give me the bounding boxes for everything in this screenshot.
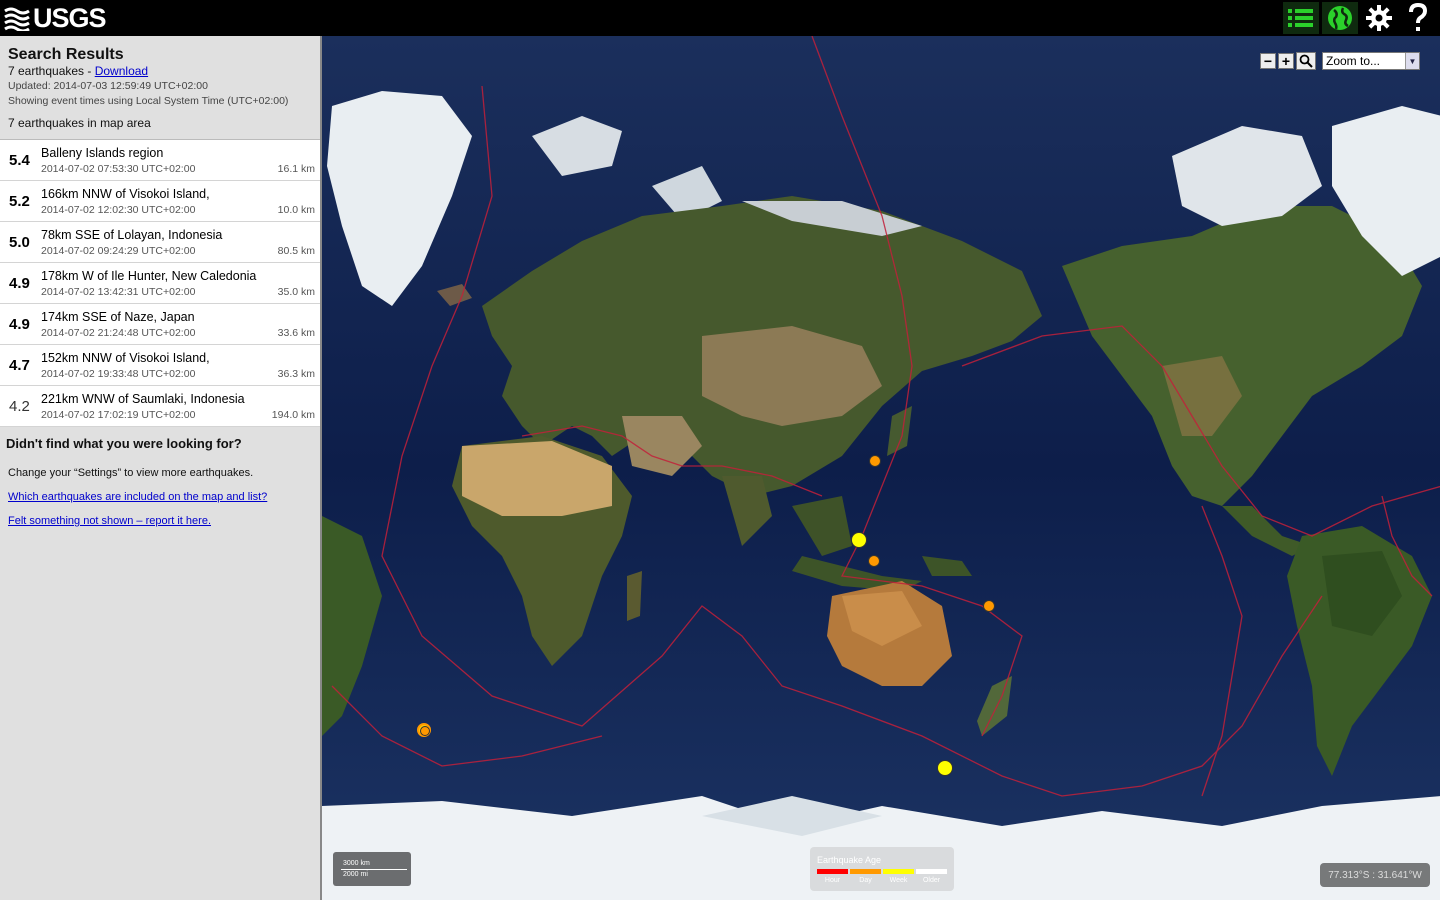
quake-depth: 33.6 km xyxy=(277,327,315,339)
quake-magnitude: 4.9 xyxy=(9,275,30,292)
quake-magnitude: 5.0 xyxy=(9,234,30,251)
earthquake-list-item[interactable]: 4.2 221km WNW of Saumlaki, Indonesia 201… xyxy=(0,386,320,427)
legend-labels: Hour Day Week Older xyxy=(817,877,947,884)
quake-time: 2014-07-02 19:33:48 UTC+02:00 xyxy=(41,368,196,380)
map-area-count: 7 earthquakes in map area xyxy=(8,116,151,130)
help-title: Didn't find what you were looking for? xyxy=(6,436,242,451)
earthquake-list-item[interactable]: 5.4 Balleny Islands region 2014-07-02 07… xyxy=(0,140,320,181)
results-title: Search Results xyxy=(8,46,124,63)
quake-place: 152km NNW of Visokoi Island, xyxy=(41,351,210,365)
zoom-select-value: Zoom to... xyxy=(1326,54,1381,68)
scale-line xyxy=(341,869,407,870)
quake-depth: 194.0 km xyxy=(271,409,315,421)
legend-swatch-hour xyxy=(817,869,848,874)
quake-depth: 10.0 km xyxy=(277,204,315,216)
earthquake-list-item[interactable]: 4.9 174km SSE of Naze, Japan 2014-07-02 … xyxy=(0,304,320,345)
quake-depth: 35.0 km xyxy=(277,286,315,298)
chevron-down-icon: ▼ xyxy=(1405,53,1419,69)
header-bar: USGS xyxy=(0,0,1440,36)
quake-magnitude: 5.2 xyxy=(9,193,30,210)
download-link[interactable]: Download xyxy=(95,64,148,78)
quake-depth: 80.5 km xyxy=(277,245,315,257)
legend-label-older: Older xyxy=(922,877,941,884)
results-sidebar: Search Results 7 earthquakes - Download … xyxy=(0,36,320,900)
earthquake-marker-lolayan[interactable] xyxy=(851,532,867,548)
quake-magnitude: 4.2 xyxy=(9,398,30,415)
earthquake-list-item[interactable]: 4.7 152km NNW of Visokoi Island, 2014-07… xyxy=(0,345,320,386)
which-earthquakes-link[interactable]: Which earthquakes are included on the ma… xyxy=(6,491,314,503)
help-icon xyxy=(1409,3,1428,31)
zoom-out-button[interactable]: − xyxy=(1260,53,1276,69)
earthquake-marker-visokoi-2[interactable] xyxy=(420,726,430,736)
legend-title: Earthquake Age xyxy=(817,855,882,865)
earthquake-list-item[interactable]: 5.2 166km NNW of Visokoi Island, 2014-07… xyxy=(0,181,320,222)
usgs-logo[interactable]: USGS xyxy=(4,2,107,33)
quake-magnitude: 4.9 xyxy=(9,316,30,333)
magnifier-icon xyxy=(1299,54,1313,68)
time-zone-note: Showing event times using Local System T… xyxy=(8,95,289,107)
help-section: Didn't find what you were looking for? C… xyxy=(0,436,320,527)
earthquake-list: 5.4 Balleny Islands region 2014-07-02 07… xyxy=(0,139,320,427)
logo-text: USGS xyxy=(33,2,107,33)
settings-button[interactable] xyxy=(1361,2,1397,34)
earthquake-list-item[interactable]: 4.9 178km W of Ile Hunter, New Caledonia… xyxy=(0,263,320,304)
quake-time: 2014-07-02 17:02:19 UTC+02:00 xyxy=(41,409,196,421)
cursor-coordinates: 77.313°S : 31.641°W xyxy=(1320,863,1430,887)
results-count-text: 7 earthquakes - xyxy=(8,64,95,78)
legend-label-day: Day xyxy=(859,877,872,884)
quake-place: 221km WNW of Saumlaki, Indonesia xyxy=(41,392,245,406)
map-view-button[interactable] xyxy=(1322,2,1358,34)
quake-time: 2014-07-02 07:53:30 UTC+02:00 xyxy=(41,163,196,175)
list-icon xyxy=(1288,9,1313,27)
zoom-in-button[interactable]: + xyxy=(1278,53,1294,69)
results-header: Search Results 7 earthquakes - Download … xyxy=(0,36,320,139)
world-map[interactable]: − + Zoom to... ▼ 3000 km 2000 mi Earthqu… xyxy=(320,36,1440,900)
zoom-to-select[interactable]: Zoom to... ▼ xyxy=(1322,52,1420,70)
results-count: 7 earthquakes - Download xyxy=(8,64,312,79)
scale-km: 3000 km xyxy=(343,860,370,867)
quake-place: Balleny Islands region xyxy=(41,146,164,160)
scale-bar: 3000 km 2000 mi xyxy=(333,852,411,886)
list-view-button[interactable] xyxy=(1283,2,1319,34)
quake-place: 166km NNW of Visokoi Island, xyxy=(41,187,210,201)
legend-swatch-day xyxy=(850,869,881,874)
satellite-basemap xyxy=(322,36,1440,900)
earthquake-marker-naze[interactable] xyxy=(869,455,881,467)
legend-bars xyxy=(817,869,947,874)
earthquake-marker-ile-hunter[interactable] xyxy=(983,600,995,612)
quake-time: 2014-07-02 09:24:29 UTC+02:00 xyxy=(41,245,196,257)
help-text: Change your “Settings” to view more eart… xyxy=(8,467,254,479)
globe-icon xyxy=(1328,6,1352,30)
scale-mi: 2000 mi xyxy=(343,871,368,878)
quake-place: 174km SSE of Naze, Japan xyxy=(41,310,195,324)
zoom-search-button[interactable] xyxy=(1296,52,1316,70)
quake-place: 178km W of Ile Hunter, New Caledonia xyxy=(41,269,257,283)
gear-icon xyxy=(1366,5,1392,31)
quake-depth: 16.1 km xyxy=(277,163,315,175)
earthquake-marker-balleny[interactable] xyxy=(937,760,953,776)
report-felt-link[interactable]: Felt something not shown – report it her… xyxy=(6,515,314,527)
legend-label-week: Week xyxy=(889,877,908,884)
quake-time: 2014-07-02 13:42:31 UTC+02:00 xyxy=(41,286,196,298)
quake-magnitude: 4.7 xyxy=(9,357,30,374)
updated-time: Updated: 2014-07-03 12:59:49 UTC+02:00 xyxy=(8,80,208,92)
quake-depth: 36.3 km xyxy=(277,368,315,380)
usgs-wave-icon xyxy=(4,5,30,33)
legend-swatch-week xyxy=(883,869,914,874)
quake-magnitude: 5.4 xyxy=(9,152,30,169)
zoom-controls: − + Zoom to... ▼ xyxy=(1260,52,1420,70)
legend-swatch-older xyxy=(916,869,947,874)
quake-time: 2014-07-02 12:02:30 UTC+02:00 xyxy=(41,204,196,216)
earthquake-marker-saumlaki[interactable] xyxy=(868,555,880,567)
quake-place: 78km SSE of Lolayan, Indonesia xyxy=(41,228,223,242)
earthquake-list-item[interactable]: 5.0 78km SSE of Lolayan, Indonesia 2014-… xyxy=(0,222,320,263)
help-button[interactable] xyxy=(1400,2,1436,34)
earthquake-age-legend: Earthquake Age Hour Day Week Older xyxy=(810,847,954,891)
quake-time: 2014-07-02 21:24:48 UTC+02:00 xyxy=(41,327,196,339)
legend-label-hour: Hour xyxy=(824,877,841,884)
